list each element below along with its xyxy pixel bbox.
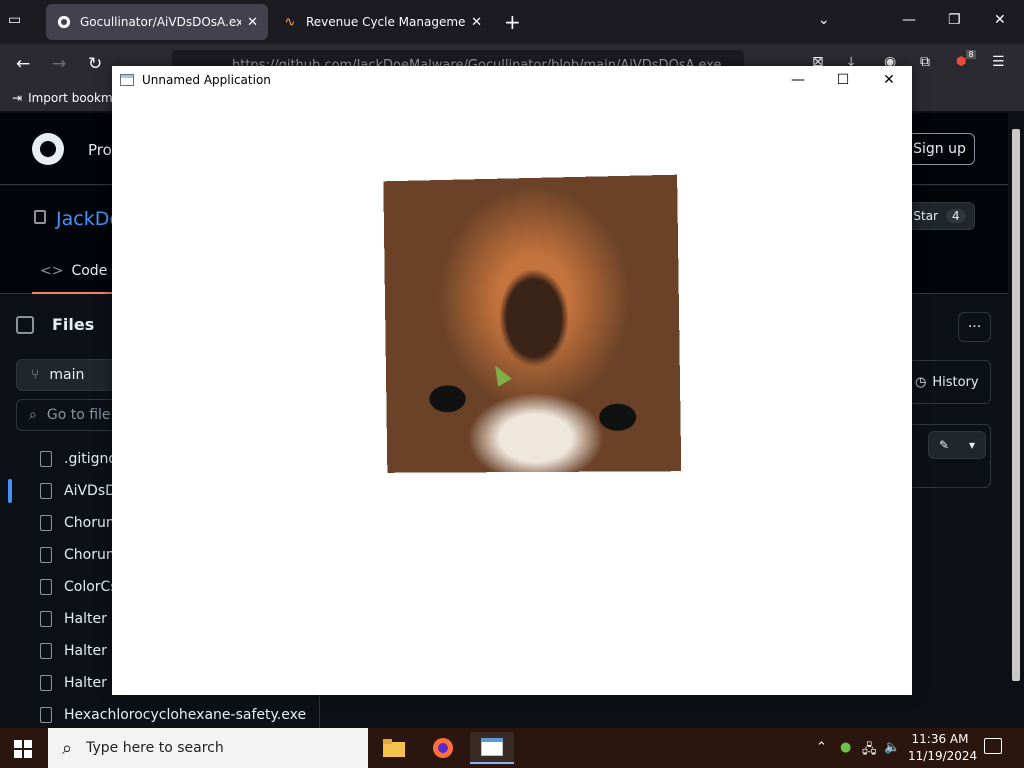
back-icon[interactable]: ← (16, 54, 30, 74)
menu-icon[interactable]: ☰ (992, 54, 1005, 70)
chevron-up-icon[interactable]: ⌃ (816, 740, 827, 755)
maximize-icon[interactable]: ☐ (820, 70, 866, 90)
more-options-button[interactable]: ··· (958, 312, 991, 342)
files-header: Files (16, 315, 94, 334)
taskbar-clock[interactable]: 11:36 AM 11/19/2024 (908, 731, 978, 765)
tab-github[interactable]: Gocullinator/AiVDsDOsA.exe at ✕ (46, 4, 268, 40)
file-name: ColorCs (64, 579, 118, 595)
chevron-down-icon[interactable]: ▾ (969, 438, 975, 452)
search-icon: ⌕ (62, 737, 73, 759)
close-window-icon[interactable]: ✕ (994, 12, 1006, 28)
file-actions-group: ✎ ▾ (900, 424, 991, 488)
close-icon[interactable]: ✕ (866, 70, 912, 90)
product-menu[interactable]: Pro (88, 141, 112, 159)
app-title: Unnamed Application (142, 73, 271, 87)
user-status-icon[interactable]: ● (840, 740, 851, 755)
clock-date: 11/19/2024 (908, 749, 978, 763)
app-titlebar[interactable]: Unnamed Application — ☐ ✕ (112, 66, 912, 94)
edit-button[interactable]: ✎ ▾ (928, 431, 986, 459)
file-icon (40, 675, 52, 691)
code-icon: <> (40, 263, 64, 279)
github-logo-icon[interactable] (32, 133, 64, 165)
file-icon (40, 643, 52, 659)
history-button[interactable]: ◷ History (904, 360, 991, 404)
close-tab-icon[interactable]: ✕ (471, 15, 482, 30)
pencil-icon: ✎ (938, 438, 950, 452)
close-tab-icon[interactable]: ✕ (247, 15, 258, 30)
new-tab-icon[interactable]: + (504, 10, 521, 34)
star-label: Star (913, 209, 938, 223)
files-heading: Files (52, 315, 95, 334)
file-icon (40, 515, 52, 531)
restore-icon[interactable]: ❐ (948, 12, 961, 28)
file-icon (40, 451, 52, 467)
import-bookmarks-label: Import bookm (28, 91, 113, 105)
tab-code-label: Code (71, 263, 108, 279)
tab-code[interactable]: <> Code (32, 250, 116, 294)
forward-icon[interactable]: → (52, 54, 66, 74)
file-icon (40, 707, 52, 723)
file-tree-item[interactable]: Hexachlorocyclohexane-safety.exe (0, 699, 320, 731)
sign-up-button[interactable]: Sign up (904, 133, 975, 165)
branch-name: main (49, 367, 85, 383)
history-label: History (932, 374, 979, 390)
file-name: Hexachlorocyclohexane-safety.exe (64, 707, 307, 723)
import-icon: ⇥ (12, 91, 23, 105)
repo-icon (34, 210, 46, 224)
branch-icon: ⑂ (31, 367, 40, 383)
file-icon (40, 579, 52, 595)
browser-tab-bar: ▭ Gocullinator/AiVDsDOsA.exe at ✕ ∿ Reve… (0, 0, 1024, 44)
volume-icon[interactable]: 🔈 (884, 740, 900, 755)
file-icon (40, 611, 52, 627)
tab-revenue-cycle[interactable]: ∿ Revenue Cycle Management He ✕ (272, 4, 492, 40)
unnamed-application-window: Unnamed Application — ☐ ✕ (112, 66, 912, 695)
file-icon (40, 483, 52, 499)
chevron-down-icon[interactable]: ⌄ (818, 12, 830, 28)
reload-icon[interactable]: ↻ (88, 54, 102, 74)
star-button[interactable]: Star 4 (904, 202, 975, 230)
extension-badge: 8 (966, 50, 976, 59)
tab-title: Revenue Cycle Management He (306, 15, 466, 29)
import-bookmarks[interactable]: ⇥ Import bookm (12, 91, 113, 105)
go-to-file-placeholder: Go to file (46, 407, 111, 423)
sidebar-collapse-icon[interactable] (16, 315, 34, 334)
minimize-icon[interactable]: — (902, 12, 916, 28)
minimize-icon[interactable]: — (775, 70, 821, 90)
file-icon (40, 547, 52, 563)
file-name: AiVDsD (64, 483, 116, 499)
extensions-icon[interactable]: ⧉ (920, 54, 930, 70)
notification-icon[interactable] (984, 738, 1002, 754)
file-name: .gitigno (64, 451, 117, 467)
tab-list-icon[interactable]: ▭ (8, 12, 30, 32)
star-count: 4 (945, 209, 966, 223)
file-explorer-icon[interactable] (372, 732, 416, 764)
windows-start-icon[interactable] (14, 740, 32, 758)
app-window-taskbar-icon[interactable] (470, 732, 514, 764)
github-icon (56, 14, 72, 30)
app-window-icon (120, 74, 134, 86)
search-icon: ⌕ (29, 407, 37, 423)
tab-title: Gocullinator/AiVDsDOsA.exe at (80, 15, 242, 29)
clock-time: 11:36 AM (911, 732, 969, 746)
page-scrollbar[interactable] (1008, 113, 1024, 728)
orange-logo-icon: ∿ (284, 14, 296, 30)
search-placeholder: Type here to search (86, 740, 224, 756)
taskbar-search-input[interactable]: ⌕ Type here to search (48, 728, 368, 768)
firefox-icon[interactable] (421, 732, 465, 764)
scrollbar-thumb[interactable] (1012, 129, 1020, 681)
ublock-icon[interactable]: ⬢ 8 (956, 50, 976, 68)
windows-taskbar: ⌕ Type here to search ⌃ ● 🖧 🔈 11:36 AM 1… (0, 728, 1024, 768)
network-icon[interactable]: 🖧 (862, 740, 877, 762)
cat-face-image (383, 174, 682, 473)
history-icon: ◷ (915, 374, 927, 390)
